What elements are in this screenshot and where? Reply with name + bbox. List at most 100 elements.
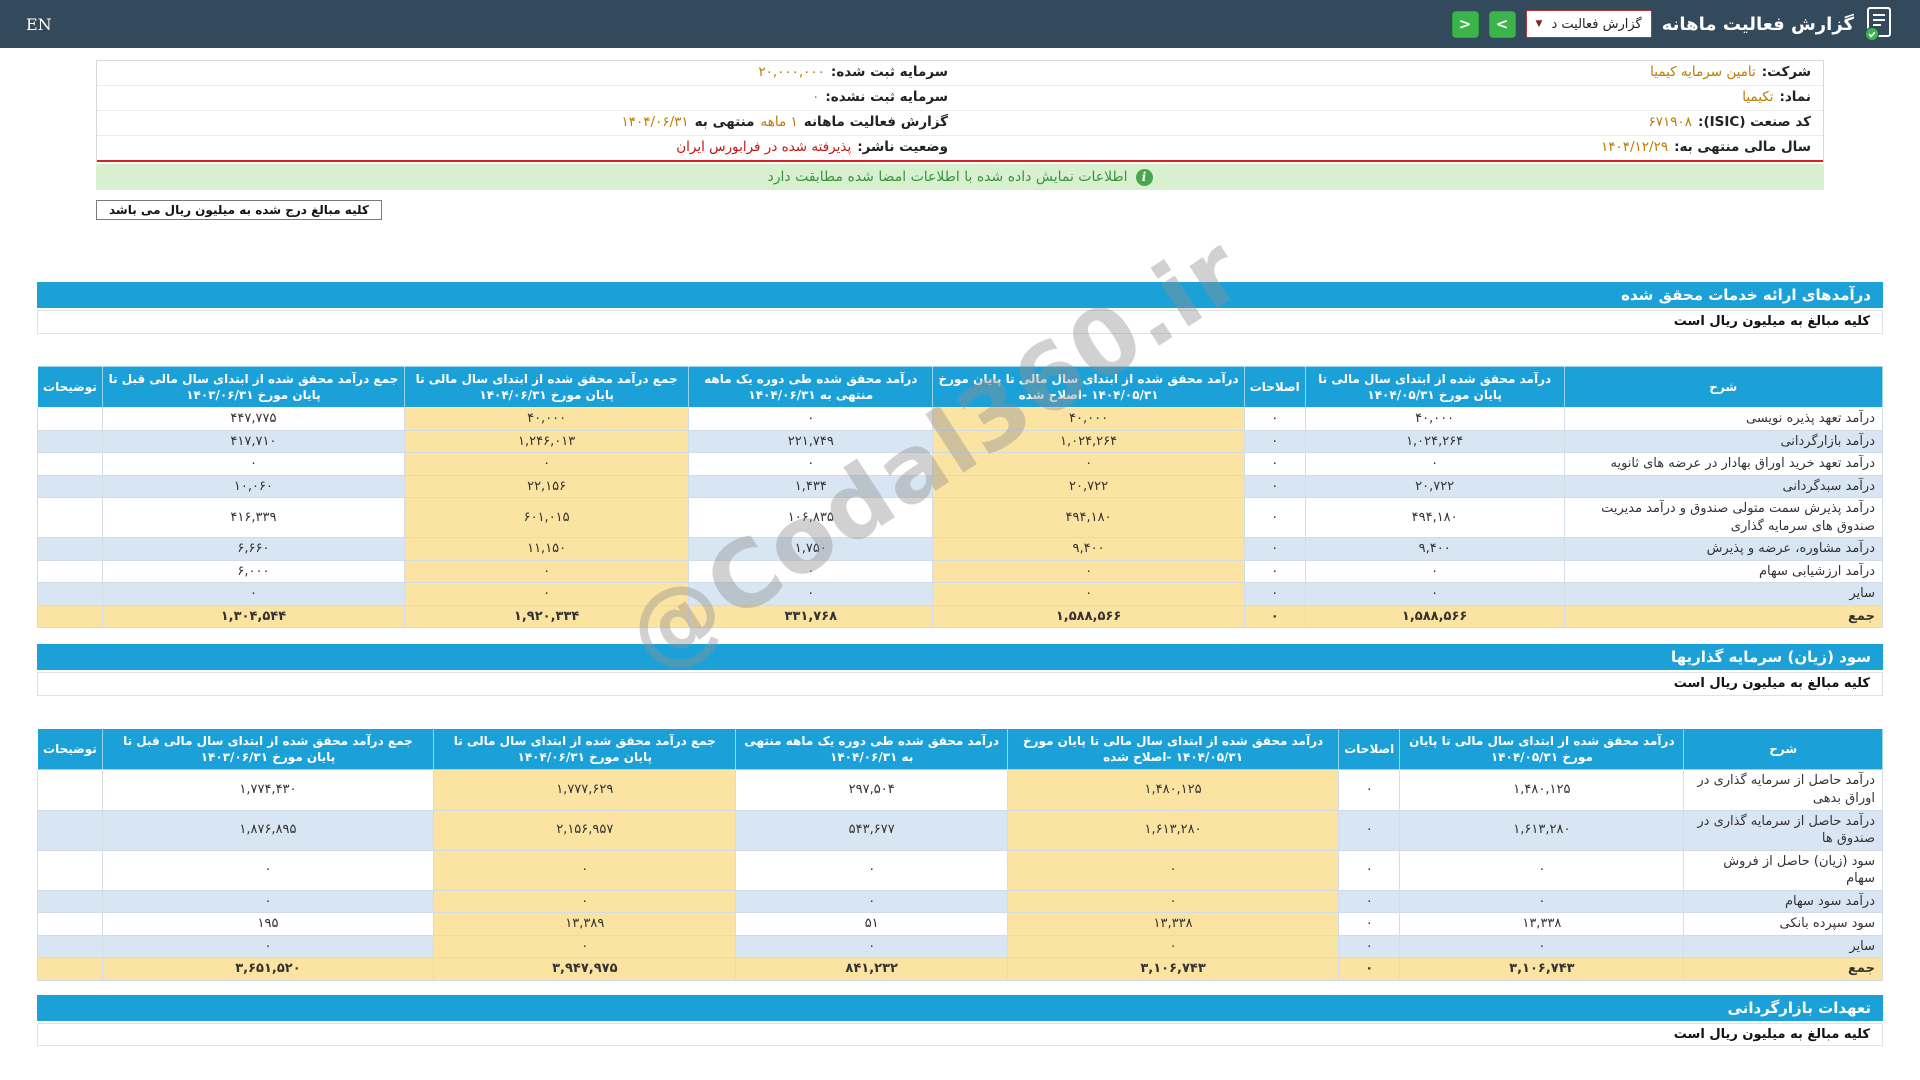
data-cell: ۴۴۷,۷۷۵ — [101, 406, 406, 431]
data-cell: ۰ — [1304, 559, 1565, 584]
report-period-field: گزارش فعالیت ماهانه ۱ ماهه منتهی به ۱۴۰۴… — [97, 111, 960, 135]
report-type-dropdown[interactable]: گزارش فعالیت د ▼ — [1525, 10, 1652, 38]
table-row: درآمد مشاوره، عرضه و پذیرش ۹,۴۰۰ ۰ ۹,۴۰۰ ۱,۷… — [37, 537, 1884, 561]
services-revenue-table-wrap: شرح درآمد محقق شده از ابتدای سال مالی تا … — [37, 365, 1884, 629]
data-cell: ۰ — [688, 559, 934, 584]
data-cell: ۰ — [1338, 934, 1401, 959]
data-cell — [37, 582, 103, 606]
field-label: نماد: — [1779, 89, 1811, 105]
row-label: درآمد پذیرش سمت متولی صندوق و درآمد مدیر… — [1563, 497, 1884, 539]
field-label: سرمایه ثبت شده: — [830, 64, 948, 80]
field-label: وضعیت ناشر: — [857, 139, 948, 155]
row-label: سود (زیان) حاصل از فروش سهام — [1683, 849, 1883, 891]
data-cell: ۱,۶۱۳,۲۸۰ — [1399, 809, 1685, 851]
data-cell: ۸۴۱,۲۳۲ — [735, 957, 1008, 981]
language-toggle[interactable]: EN — [26, 15, 52, 34]
signed-info-text: اطلاعات نمایش داده شده با اطلاعات امضا ش… — [767, 169, 1128, 185]
data-cell: ۴۹۴,۱۸۰ — [1304, 497, 1565, 539]
section-title-services-revenue: درآمدهای ارائه خدمات محقق شده — [37, 282, 1883, 308]
data-cell: ۱,۰۲۴,۲۶۴ — [932, 429, 1245, 454]
data-cell: ۰ — [932, 559, 1245, 584]
unit-note: کلیه مبالغ به میلیون ریال است — [37, 310, 1883, 334]
data-cell: ۱,۵۸۸,۵۶۶ — [932, 604, 1245, 629]
field-label: سرمایه ثبت نشده: — [825, 89, 948, 105]
company-info-row: شرکت: تامین سرمایه کیمیا سرمایه ثبت شده:… — [97, 61, 1823, 86]
data-cell: ۰ — [1399, 934, 1685, 959]
next-report-button[interactable]: > — [1488, 10, 1516, 38]
investment-profit-table: شرح درآمد محقق شده از ابتدای سال مالی تا … — [37, 728, 1883, 981]
data-cell: ۳۳۱,۷۶۸ — [688, 604, 934, 629]
data-cell: ۰ — [735, 889, 1008, 914]
data-cell: ۲۰,۷۲۲ — [932, 474, 1245, 499]
data-cell — [37, 497, 103, 539]
field-label: کد صنعت (ISIC): — [1698, 114, 1811, 130]
amounts-note-row: کلیه مبالغ درج شده به میلیون ریال می باش… — [96, 200, 1824, 220]
field-value: پذیرفته شده در فرابورس ایران — [676, 139, 852, 155]
data-cell — [37, 889, 103, 914]
section-title-investment-profit: سود (زیان) سرمایه گذاریها — [37, 644, 1883, 671]
unregistered-capital-field: سرمایه ثبت نشده: ۰ — [97, 86, 960, 110]
company-name-field: شرکت: تامین سرمایه کیمیا — [960, 61, 1823, 85]
field-value: تامین سرمایه کیمیا — [1650, 64, 1756, 80]
company-info-row: نماد: تکیمیا سرمایه ثبت نشده: ۰ — [97, 86, 1823, 111]
prev-report-button[interactable]: < — [1451, 10, 1479, 38]
column-header: شرح — [1563, 365, 1884, 408]
column-header: شرح — [1683, 728, 1883, 771]
signed-info-banner: i اطلاعات نمایش داده شده با اطلاعات امضا… — [96, 164, 1824, 190]
data-cell: ۶۰۱,۰۱۵ — [404, 497, 690, 539]
data-cell: ۰ — [1243, 559, 1306, 584]
data-cell: ۰ — [1243, 537, 1306, 561]
data-cell: ۰ — [735, 849, 1008, 891]
data-cell: ۱,۰۲۴,۲۶۴ — [1304, 429, 1565, 454]
data-cell: ۰ — [404, 452, 690, 476]
services-revenue-section: درآمدهای ارائه خدمات محقق شده کلیه مبالغ… — [37, 282, 1884, 629]
data-cell: ۰ — [433, 849, 737, 891]
header-row: شرح درآمد محقق شده از ابتدای سال مالی تا … — [37, 365, 1884, 408]
data-cell: ۰ — [1243, 497, 1306, 539]
row-label: درآمد حاصل از سرمایه گذاری در صندوق ها — [1683, 809, 1883, 851]
table-row: سود سپرده بانکی ۱۳,۳۳۸ ۰ ۱۳,۳۳۸ ۵۱ ۱۳,۳۸۹ ۱۹۵ — [37, 912, 1883, 936]
data-cell: ۴۱۷,۷۱۰ — [101, 429, 406, 454]
data-cell: ۰ — [1399, 889, 1685, 914]
column-header: اصلاحات — [1338, 728, 1401, 771]
data-cell: ۰ — [1243, 474, 1306, 499]
amounts-note-box: کلیه مبالغ درج شده به میلیون ریال می باش… — [96, 200, 382, 220]
data-cell: ۰ — [433, 889, 737, 914]
data-cell: ۱,۴۸۰,۱۲۵ — [1006, 769, 1340, 811]
data-cell: ۱۳,۳۸۹ — [433, 912, 737, 936]
row-label: جمع — [1683, 957, 1883, 981]
registered-capital-field: سرمایه ثبت شده: ۲۰,۰۰۰,۰۰۰ — [97, 61, 960, 85]
data-cell: ۱,۴۳۴ — [688, 474, 934, 499]
data-cell: ۱۰,۰۶۰ — [101, 474, 406, 499]
table-row: درآمد بازارگردانی ۱,۰۲۴,۲۶۴ ۰ ۱,۰۲۴,۲۶۴ ۲۲۱,… — [37, 429, 1884, 454]
field-label: منتهی به — [694, 114, 755, 130]
data-cell: ۱۱,۱۵۰ — [404, 537, 690, 561]
field-value: تکیمیا — [1742, 89, 1774, 105]
data-cell: ۰ — [688, 406, 934, 431]
data-cell: ۱۳,۳۳۸ — [1006, 912, 1340, 936]
row-label: درآمد مشاوره، عرضه و پذیرش — [1563, 537, 1884, 561]
fiscal-year-end-field: سال مالی منتهی به: ۱۴۰۴/۱۲/۲۹ — [960, 136, 1823, 160]
table-row: سایر ۰ ۰ ۰ ۰ ۰ ۰ — [37, 582, 1884, 606]
data-cell — [37, 957, 103, 981]
data-cell: ۰ — [688, 582, 934, 606]
data-cell: ۵۱ — [735, 912, 1008, 936]
column-header: جمع درآمد محقق شده از ابتدای سال مالی تا… — [404, 365, 690, 408]
data-cell: ۰ — [1399, 849, 1685, 891]
data-cell: ۱,۳۰۴,۵۴۴ — [101, 604, 406, 629]
data-cell: ۱۰۶,۸۳۵ — [688, 497, 934, 539]
data-cell: ۱,۹۲۰,۳۳۴ — [404, 604, 690, 629]
data-cell: ۰ — [101, 934, 435, 959]
data-cell: ۱,۴۸۰,۱۲۵ — [1399, 769, 1685, 811]
data-cell: ۰ — [1006, 934, 1340, 959]
data-cell: ۰ — [735, 934, 1008, 959]
row-label: سایر — [1683, 934, 1883, 959]
row-label: جمع — [1563, 604, 1884, 629]
isic-code-field: کد صنعت (ISIC): ۶۷۱۹۰۸ — [960, 111, 1823, 135]
report-icon — [1864, 6, 1894, 42]
data-cell: ۱,۸۷۶,۸۹۵ — [101, 809, 435, 851]
data-cell — [37, 809, 103, 851]
data-cell: ۰ — [932, 582, 1245, 606]
table-row: درآمد حاصل از سرمایه گذاری در اوراق بدهی… — [37, 769, 1883, 811]
table-row: سود (زیان) حاصل از فروش سهام ۰ ۰ ۰ ۰ ۰ ۰ — [37, 849, 1883, 891]
